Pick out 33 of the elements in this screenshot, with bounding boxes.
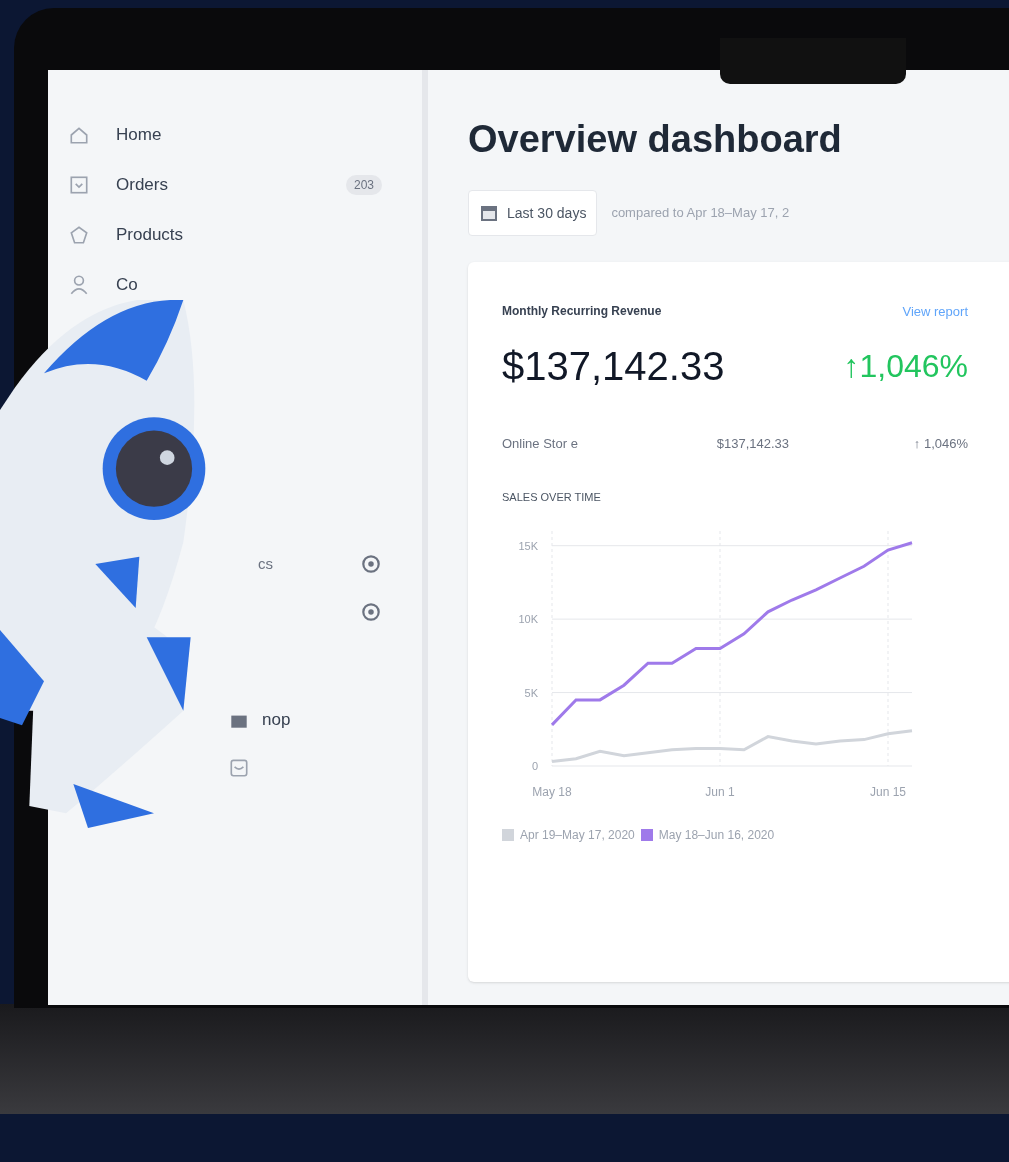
channel-value: $137,142.33 — [716, 434, 790, 453]
date-range-button[interactable]: Last 30 days — [468, 190, 598, 236]
legend-label: Apr 19–May 17, 2020 — [520, 826, 635, 844]
sidebar-item[interactable]: Orders — [116, 172, 320, 198]
page-title: Overview dashboard — [468, 120, 843, 158]
sidebar-item[interactable]: nop — [262, 707, 291, 733]
circle-icon — [360, 601, 382, 623]
axis-label: May 18 — [532, 784, 572, 799]
sidebar-item[interactable]: Co — [116, 272, 382, 298]
inbox-icon — [68, 174, 90, 196]
calendar-icon — [479, 203, 499, 223]
revenue-total: $137,142.33 — [502, 342, 725, 390]
person-icon — [68, 274, 90, 296]
card-title: Monthly Recurring Revenue — [502, 303, 662, 320]
tag-icon — [68, 224, 90, 246]
chart-title: SALES OVER TIME — [502, 490, 602, 505]
axis-label: 0 — [531, 759, 538, 772]
axis-label: 10K — [518, 612, 538, 625]
legend-label: May 18–Jun 16, 2020 — [658, 826, 775, 844]
sidebar-item[interactable]: Home — [116, 122, 382, 148]
channel-name: Online Stor e — [502, 434, 579, 453]
axis-label: 15K — [518, 539, 538, 552]
channel-change: ↑ 1,046% — [913, 434, 968, 453]
sidebar-item[interactable]: cs — [258, 552, 360, 576]
count-badge: 203 — [345, 175, 382, 195]
comparison-text: compared to Apr 18–May 17, 2 — [611, 204, 790, 223]
change-percent: ↑1,046% — [843, 346, 968, 386]
circle-icon — [360, 553, 382, 575]
axis-label: 5K — [524, 686, 538, 699]
sidebar-item[interactable]: Products — [116, 222, 382, 248]
axis-label: Jun 15 — [870, 784, 906, 799]
axis-label: Jun 1 — [705, 784, 735, 799]
tray-icon — [228, 757, 250, 779]
